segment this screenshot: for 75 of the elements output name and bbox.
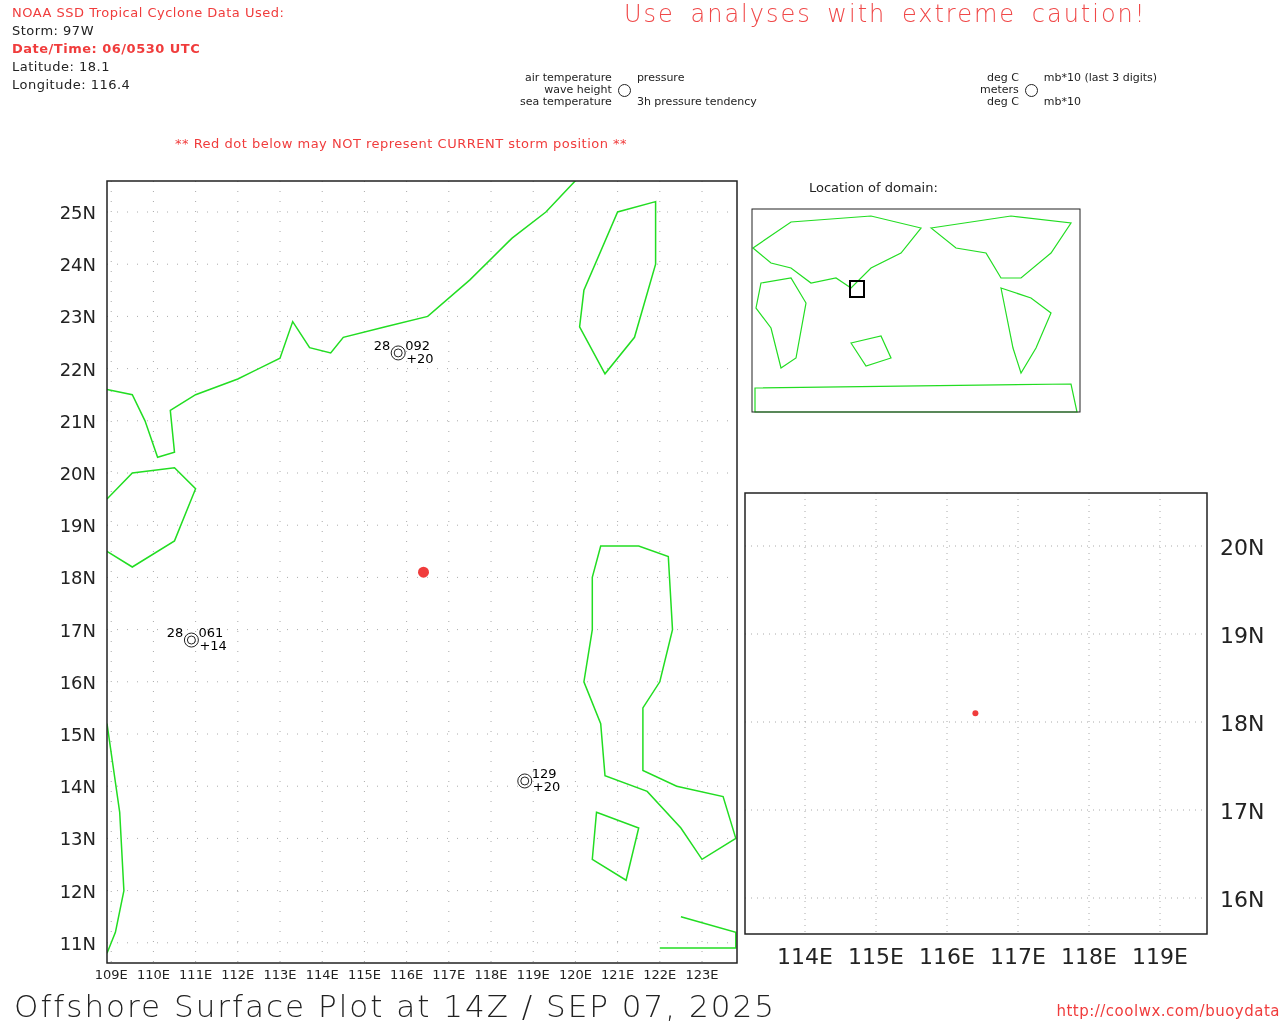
source-title: NOAA SSD Tropical Cyclone Data Used: [12,4,286,22]
station-marker-icon [517,773,533,789]
latitude-label: 17N [1220,799,1265,824]
latitude-label: 24N [59,254,96,276]
legend-label: 3h pressure tendency [636,96,757,108]
longitude-label: 117E [990,944,1046,969]
pressure-tendency-label: +20 [532,779,561,794]
latitude-label: 11N [59,932,96,954]
longitude-label: 113E [263,967,297,982]
longitude-label: 119E [516,967,550,982]
pressure-label: 092 [405,337,430,353]
longitude-label: 123E [685,967,719,982]
date-time: Date/Time: 06/0530 UTC [12,40,202,58]
longitude-label: 111E [179,967,213,982]
source-link[interactable]: http://coolwx.com/buoydata [1056,1002,1280,1024]
longitude-label: 114E [305,967,339,982]
longitude-label: 118E [474,967,508,982]
pressure-tendency-label: +20 [406,350,434,366]
longitude-label: 120E [558,967,592,982]
air-temperature-label: 28 [373,337,391,353]
latitude-label: 25N [59,202,96,223]
station-marker-icon [390,345,406,361]
unit-label: mb*10 (last 3 digits) [1043,72,1158,84]
longitude-label: 118E [1061,944,1117,969]
longitude-label: 116E [390,967,424,982]
latitude-label: 23N [59,306,96,328]
latitude-label: 13N [59,828,96,850]
air-temperature-label: 28 [166,625,184,641]
unit-label: deg C [985,72,1019,84]
latitude-label: 18N [1220,711,1265,736]
longitude-label: 112E [221,967,255,982]
storm-id: Storm: 97W [12,22,95,40]
longitude-label: 115E [848,944,904,969]
longitude-label: 121E [601,967,635,982]
latitude-label: 20N [59,463,96,484]
latitude-label: 20N [1220,535,1265,560]
latitude-label: 19N [59,515,96,537]
latitude-label: 22N [59,358,96,380]
caution-title: Use analyses with extreme caution! [623,0,1148,30]
pressure-tendency-label: +14 [199,638,227,654]
longitude-label: 110E [136,967,170,982]
domain-box-icon [849,280,865,298]
longitude-value: Longitude: 116.4 [12,76,132,94]
unit-label: meters [980,84,1019,96]
longitude-label: 109E [94,967,128,982]
unit-label: deg C [985,96,1019,108]
latitude-label: 19N [1220,623,1265,648]
pressure-label: 061 [198,625,224,641]
latitude-label: 21N [59,410,96,432]
latitude-label: 12N [59,880,96,902]
latitude-label: 14N [59,776,96,798]
legend-label: sea temperature [520,96,612,108]
plot-title: Offshore Surface Plot at 14Z / SEP 07, 2025 [14,988,776,1024]
legend-label: wave height [543,84,612,96]
unit-label: mb*10 [1043,96,1083,108]
pressure-label: 129 [531,766,557,781]
longitude-label: 115E [347,967,381,982]
domain-title: Location of domain: [809,180,938,195]
longitude-label: 117E [432,967,466,982]
storm-position-dot [418,566,429,578]
longitude-label: 114E [777,944,833,969]
storm-position-dot [972,710,979,717]
latitude-label: 16N [59,671,96,693]
latitude-label: 17N [59,619,96,641]
latitude-label: 18N [59,567,96,589]
legend-label: air temperature [523,72,612,84]
longitude-label: 122E [643,967,677,982]
longitude-label: 119E [1132,944,1188,969]
longitude-label: 116E [919,944,975,969]
latitude-label: 16N [1220,887,1265,912]
station-marker-icon [183,632,199,648]
latitude-value: Latitude: 18.1 [12,58,111,76]
latitude-label: 15N [59,724,96,745]
legend-label: pressure [636,72,686,84]
warning-text: ** Red dot below may NOT represent CURRENT storm position ** [175,136,628,151]
